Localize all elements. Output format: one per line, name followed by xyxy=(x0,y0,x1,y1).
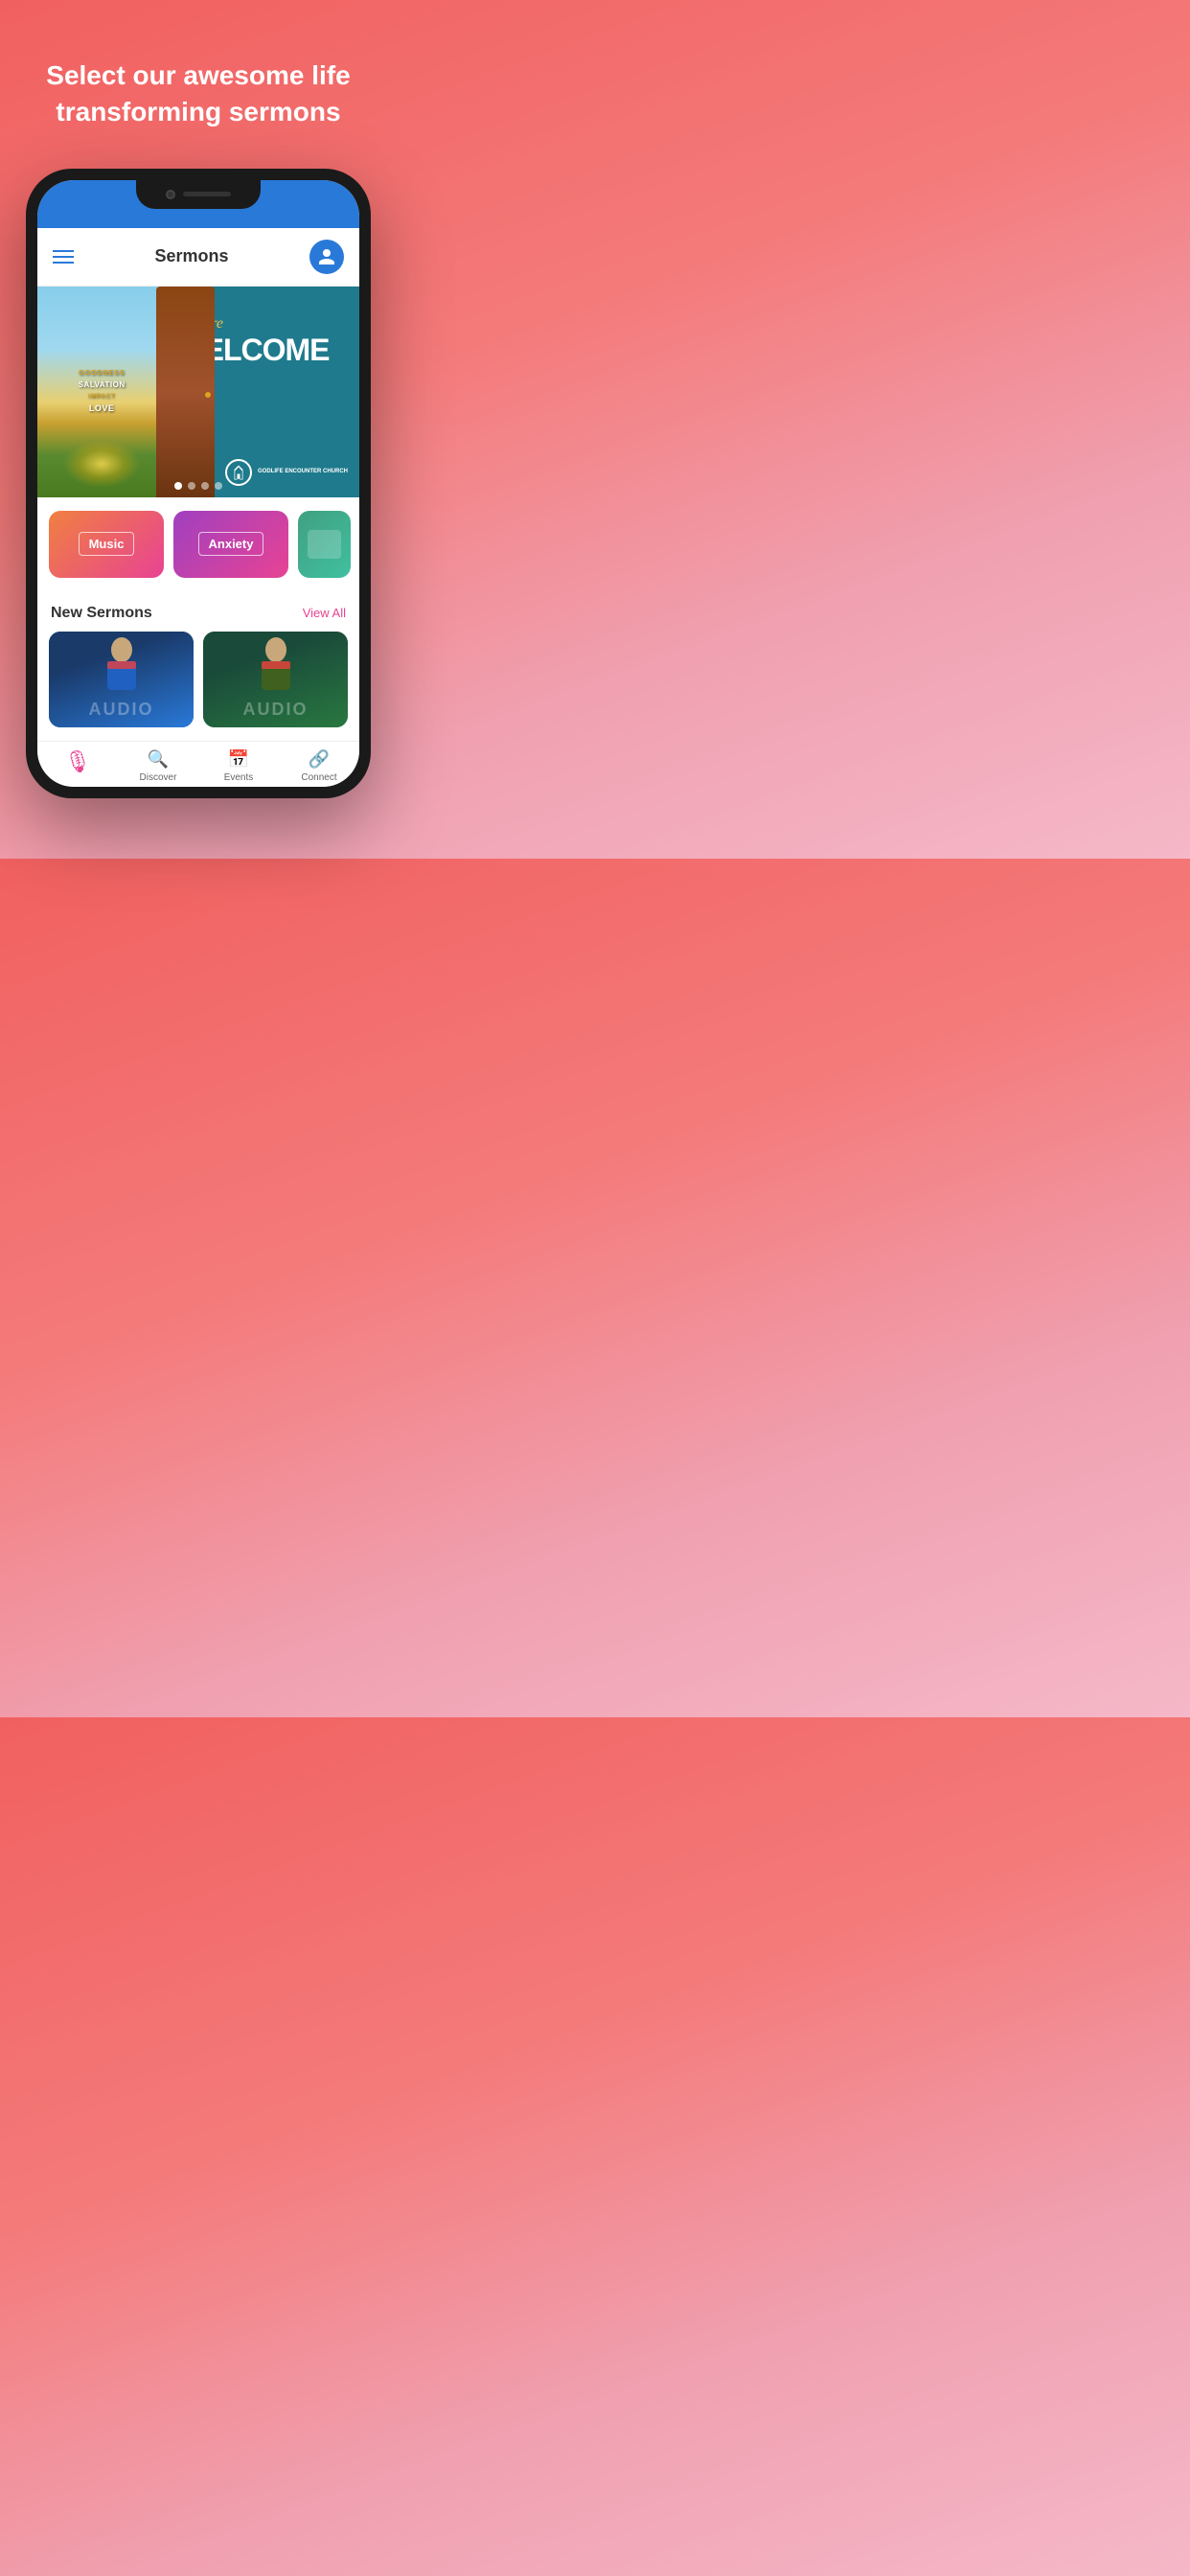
door-visual xyxy=(156,287,214,497)
church-icon-circle xyxy=(225,459,252,486)
category-anxiety[interactable]: Anxiety xyxy=(173,511,288,578)
banner-words: GOODNESS SALVATION IMPACT LOVE xyxy=(44,369,160,415)
audio-label-1: AUDIO xyxy=(89,700,154,720)
nav-item-events[interactable]: 📅 Events xyxy=(198,749,279,783)
music-label-border: Music xyxy=(79,532,135,556)
banner-slide: GOODNESS SALVATION IMPACT LOVE You're WE xyxy=(37,287,359,497)
new-sermons-title: New Sermons xyxy=(51,605,152,622)
discover-label: Discover xyxy=(140,772,177,783)
church-logo-area: GODLIFE ENCOUNTER CHURCH xyxy=(225,459,348,486)
phone-inner: Sermons GOODNESS SALVATION xyxy=(37,180,359,787)
connect-label: Connect xyxy=(301,772,336,783)
hero-section: Select our awesome life transforming ser… xyxy=(0,0,397,159)
audio-label-2: AUDIO xyxy=(243,700,309,720)
nav-item-mic[interactable]: 🎙 xyxy=(37,749,118,783)
bottom-nav: 🎙 🔍 Discover 📅 Events 🔗 Connect xyxy=(37,741,359,787)
discover-icon: 🔍 xyxy=(148,749,169,770)
dot-4[interactable] xyxy=(215,482,222,490)
word-love: LOVE xyxy=(44,402,160,415)
hamburger-button[interactable] xyxy=(53,250,74,264)
category-third[interactable] xyxy=(298,511,351,578)
banner-left: GOODNESS SALVATION IMPACT LOVE xyxy=(37,287,166,497)
hero-title: Select our awesome life transforming ser… xyxy=(29,58,368,130)
church-name: GODLIFE ENCOUNTER CHURCH xyxy=(258,468,348,475)
notch-speaker xyxy=(183,192,231,196)
church-icon xyxy=(230,464,247,481)
sunburst xyxy=(63,440,140,488)
app-header: Sermons xyxy=(37,228,359,287)
dot-2[interactable] xyxy=(188,482,195,490)
categories-row: Music Anxiety xyxy=(37,497,359,591)
notch xyxy=(136,180,261,209)
profile-button[interactable] xyxy=(309,240,344,274)
carousel-dots xyxy=(174,482,222,490)
header-title: Sermons xyxy=(154,246,228,266)
dot-3[interactable] xyxy=(201,482,209,490)
pastor-silhouette-2 xyxy=(252,636,300,692)
phone-outer: Sermons GOODNESS SALVATION xyxy=(26,169,371,798)
profile-icon xyxy=(317,247,336,266)
category-music[interactable]: Music xyxy=(49,511,164,578)
banner-carousel: GOODNESS SALVATION IMPACT LOVE You're WE xyxy=(37,287,359,497)
sermon-card-2[interactable]: AUDIO xyxy=(203,632,348,727)
anxiety-label-border: Anxiety xyxy=(198,532,264,556)
dot-1[interactable] xyxy=(174,482,182,490)
door-knob xyxy=(205,392,211,398)
word-impact: IMPACT xyxy=(44,393,160,401)
mic-icon: 🎙 xyxy=(64,749,91,774)
pastor-silhouette-1 xyxy=(98,636,146,692)
sermon-cards-row: AUDIO AUDIO xyxy=(37,632,359,741)
events-icon: 📅 xyxy=(228,749,249,770)
view-all-button[interactable]: View All xyxy=(303,606,346,620)
nav-item-discover[interactable]: 🔍 Discover xyxy=(118,749,198,783)
sermon-card-1[interactable]: AUDIO xyxy=(49,632,194,727)
sermon-card-1-bg: AUDIO xyxy=(49,632,194,727)
connect-icon: 🔗 xyxy=(309,749,330,770)
notch-bar xyxy=(37,180,359,228)
word-salvation: SALVATION xyxy=(44,380,160,390)
third-label xyxy=(308,530,341,559)
events-label: Events xyxy=(224,772,254,783)
sermon-card-2-bg: AUDIO xyxy=(203,632,348,727)
notch-camera xyxy=(166,190,175,199)
new-sermons-header: New Sermons View All xyxy=(37,591,359,632)
phone-wrapper: Sermons GOODNESS SALVATION xyxy=(26,169,371,798)
word-goodness: GOODNESS xyxy=(44,369,160,379)
nav-item-connect[interactable]: 🔗 Connect xyxy=(279,749,359,783)
